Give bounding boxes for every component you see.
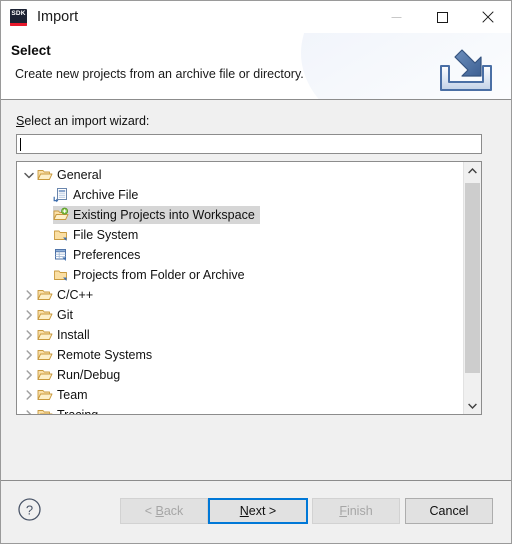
folder-open-icon bbox=[37, 407, 53, 414]
wizard-tree[interactable]: General Archive File Existing Projects int… bbox=[16, 161, 482, 415]
tree-item-label: Preferences bbox=[73, 248, 141, 262]
tree-item-content[interactable]: Existing Projects into Workspace bbox=[53, 206, 260, 224]
maximize-icon[interactable] bbox=[419, 1, 465, 33]
folder-closed-icon bbox=[53, 227, 69, 243]
scroll-up-icon[interactable] bbox=[464, 162, 481, 179]
tree-item[interactable]: Tracing bbox=[17, 405, 463, 414]
next-button[interactable]: Next > bbox=[208, 498, 308, 524]
dialog-button-bar: ? < Back Next > Finish Cancel bbox=[1, 480, 511, 543]
folder-import-icon bbox=[53, 207, 69, 223]
chevron-right-icon[interactable] bbox=[21, 345, 37, 365]
tree-item[interactable]: Preferences bbox=[17, 245, 463, 265]
tree-item[interactable]: General bbox=[17, 165, 463, 185]
tree-item-content[interactable]: Run/Debug bbox=[37, 366, 125, 384]
tree-item-content[interactable]: Tracing bbox=[37, 406, 103, 414]
button-mnemonic: F bbox=[339, 504, 347, 518]
tree-item-label: Tracing bbox=[57, 407, 98, 414]
tree-item[interactable]: Projects from Folder or Archive bbox=[17, 265, 463, 285]
tree-item-content[interactable]: Install bbox=[37, 326, 95, 344]
tree-item-label: Remote Systems bbox=[57, 348, 153, 362]
sdk-app-icon: SDK bbox=[10, 8, 27, 26]
finish-button[interactable]: Finish bbox=[312, 498, 400, 524]
back-button[interactable]: < Back bbox=[120, 498, 208, 524]
folder-open-icon bbox=[37, 367, 53, 383]
tree-item-content[interactable]: Preferences bbox=[53, 246, 145, 264]
chevron-down-icon[interactable] bbox=[21, 165, 37, 185]
text-cursor bbox=[20, 138, 21, 151]
tree-item[interactable]: Git bbox=[17, 305, 463, 325]
minimize-icon[interactable] bbox=[373, 1, 419, 33]
tree-item[interactable]: Run/Debug bbox=[17, 365, 463, 385]
tree-item[interactable]: Existing Projects into Workspace bbox=[17, 205, 463, 225]
window-controls bbox=[373, 1, 511, 33]
tree-item-content[interactable]: Remote Systems bbox=[37, 346, 157, 364]
filter-label-rest: elect an import wizard: bbox=[24, 114, 150, 128]
page-description: Create new projects from an archive file… bbox=[15, 67, 304, 81]
tree-vertical-scrollbar[interactable] bbox=[463, 162, 481, 414]
tree-item-content[interactable]: Archive File bbox=[53, 186, 143, 204]
title-bar: SDK Import bbox=[1, 1, 511, 33]
chevron-right-icon[interactable] bbox=[21, 365, 37, 385]
preferences-table-icon bbox=[53, 247, 69, 263]
tree-item-content[interactable]: C/C++ bbox=[37, 286, 98, 304]
wizard-banner: Select Create new projects from an archi… bbox=[1, 33, 511, 100]
tree-item-content[interactable]: Team bbox=[37, 386, 93, 404]
scrollbar-thumb[interactable] bbox=[465, 183, 480, 373]
tree-item-label: Team bbox=[57, 388, 88, 402]
tree-item-content[interactable]: General bbox=[37, 166, 106, 184]
sdk-icon-label: SDK bbox=[11, 9, 26, 17]
tree-item[interactable]: File System bbox=[17, 225, 463, 245]
chevron-right-icon[interactable] bbox=[21, 305, 37, 325]
tree-item-label: File System bbox=[73, 228, 139, 242]
import-arrow-icon bbox=[435, 46, 497, 94]
folder-open-icon bbox=[37, 347, 53, 363]
tree-item[interactable]: Archive File bbox=[17, 185, 463, 205]
folder-open-icon bbox=[37, 387, 53, 403]
chevron-right-icon[interactable] bbox=[21, 285, 37, 305]
tree-item[interactable]: Install bbox=[17, 325, 463, 345]
tree-item-label: Git bbox=[57, 308, 73, 322]
close-icon[interactable] bbox=[465, 1, 511, 33]
filter-label: Select an import wizard: bbox=[16, 114, 149, 128]
tree-item-label: Archive File bbox=[73, 188, 139, 202]
tree-item-label: Run/Debug bbox=[57, 368, 121, 382]
folder-open-icon bbox=[37, 167, 53, 183]
folder-open-icon bbox=[37, 287, 53, 303]
cancel-button[interactable]: Cancel bbox=[405, 498, 493, 524]
tree-item[interactable]: Remote Systems bbox=[17, 345, 463, 365]
wizard-tree-list[interactable]: General Archive File Existing Projects int… bbox=[17, 162, 463, 414]
tree-item-label: Install bbox=[57, 328, 90, 342]
tree-item-content[interactable]: Projects from Folder or Archive bbox=[53, 266, 250, 284]
scroll-down-icon[interactable] bbox=[464, 397, 481, 414]
window-title: Import bbox=[37, 9, 79, 25]
chevron-right-icon[interactable] bbox=[21, 405, 37, 414]
tree-item-label: C/C++ bbox=[57, 288, 94, 302]
tree-item[interactable]: Team bbox=[17, 385, 463, 405]
button-mnemonic: N bbox=[239, 504, 249, 518]
chevron-right-icon[interactable] bbox=[21, 325, 37, 345]
tree-item-label: General bbox=[57, 168, 102, 182]
import-wizard-dialog: SDK Import Select Create new projects fr… bbox=[0, 0, 512, 544]
archive-file-icon bbox=[53, 187, 69, 203]
chevron-right-icon[interactable] bbox=[21, 385, 37, 405]
svg-text:?: ? bbox=[26, 502, 33, 517]
wizard-filter-input[interactable] bbox=[16, 134, 482, 154]
folder-closed-icon bbox=[53, 267, 69, 283]
tree-item-content[interactable]: Git bbox=[37, 306, 78, 324]
tree-item-content[interactable]: File System bbox=[53, 226, 143, 244]
folder-open-icon bbox=[37, 307, 53, 323]
help-icon[interactable]: ? bbox=[17, 497, 42, 522]
page-title: Select bbox=[11, 43, 51, 58]
tree-item-label: Projects from Folder or Archive bbox=[73, 268, 245, 282]
tree-item[interactable]: C/C++ bbox=[17, 285, 463, 305]
dialog-body: Select an import wizard: General Archive … bbox=[1, 100, 511, 480]
button-mnemonic: B bbox=[155, 504, 164, 518]
tree-item-label: Existing Projects into Workspace bbox=[73, 208, 255, 222]
folder-open-icon bbox=[37, 327, 53, 343]
sdk-icon-accent-bar bbox=[10, 22, 27, 26]
